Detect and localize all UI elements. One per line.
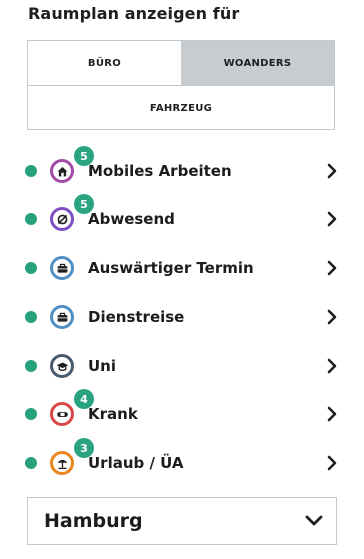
status-dot bbox=[25, 360, 37, 372]
list-item-business-trip[interactable]: Dienstreise bbox=[0, 293, 364, 341]
list-item-external-appointment[interactable]: Auswärtiger Termin bbox=[0, 244, 364, 292]
list-item-label: Abwesend bbox=[88, 210, 175, 228]
list-item-absent[interactable]: 5 Abwesend bbox=[0, 194, 364, 243]
list-item-label: Auswärtiger Termin bbox=[88, 259, 254, 277]
beach-umbrella-icon bbox=[50, 451, 74, 475]
list-item-label: Mobiles Arbeiten bbox=[88, 162, 232, 180]
status-dot bbox=[25, 262, 37, 274]
list-item-label: Dienstreise bbox=[88, 308, 185, 326]
graduation-cap-icon bbox=[50, 354, 74, 378]
location-select[interactable]: Hamburg bbox=[27, 497, 337, 545]
bandage-icon bbox=[50, 402, 74, 426]
list-item-label: Urlaub / ÜA bbox=[88, 454, 184, 472]
chevron-right-icon bbox=[327, 309, 337, 325]
chevron-right-icon bbox=[327, 163, 337, 179]
briefcase-icon bbox=[50, 305, 74, 329]
home-icon bbox=[50, 159, 74, 183]
chevron-right-icon bbox=[327, 211, 337, 227]
status-dot bbox=[25, 311, 37, 323]
chevron-right-icon bbox=[327, 260, 337, 276]
briefcase-icon bbox=[50, 256, 74, 280]
chevron-right-icon bbox=[327, 455, 337, 471]
segment-elsewhere[interactable]: WOANDERS bbox=[181, 41, 334, 85]
chevron-down-icon bbox=[305, 515, 323, 526]
absent-icon bbox=[50, 207, 74, 231]
list-item-mobile-work[interactable]: 5 Mobiles Arbeiten bbox=[0, 146, 364, 195]
location-select-value: Hamburg bbox=[44, 510, 143, 532]
chevron-right-icon bbox=[327, 406, 337, 422]
status-dot bbox=[25, 457, 37, 469]
status-dot bbox=[25, 408, 37, 420]
status-dot bbox=[25, 165, 37, 177]
list-item-label: Uni bbox=[88, 357, 117, 375]
segment-vehicle[interactable]: FAHRZEUG bbox=[28, 86, 334, 131]
list-item-label: Krank bbox=[88, 405, 138, 423]
chevron-right-icon bbox=[327, 358, 337, 374]
status-dot bbox=[25, 213, 37, 225]
segmented-control: BÜRO WOANDERS FAHRZEUG bbox=[27, 40, 335, 130]
list-item-sick[interactable]: 4 Krank bbox=[0, 389, 364, 438]
page-title: Raumplan anzeigen für bbox=[28, 4, 240, 23]
list-item-uni[interactable]: Uni bbox=[0, 342, 364, 390]
list-item-vacation[interactable]: 3 Urlaub / ÜA bbox=[0, 438, 364, 487]
segment-office[interactable]: BÜRO bbox=[28, 41, 181, 85]
